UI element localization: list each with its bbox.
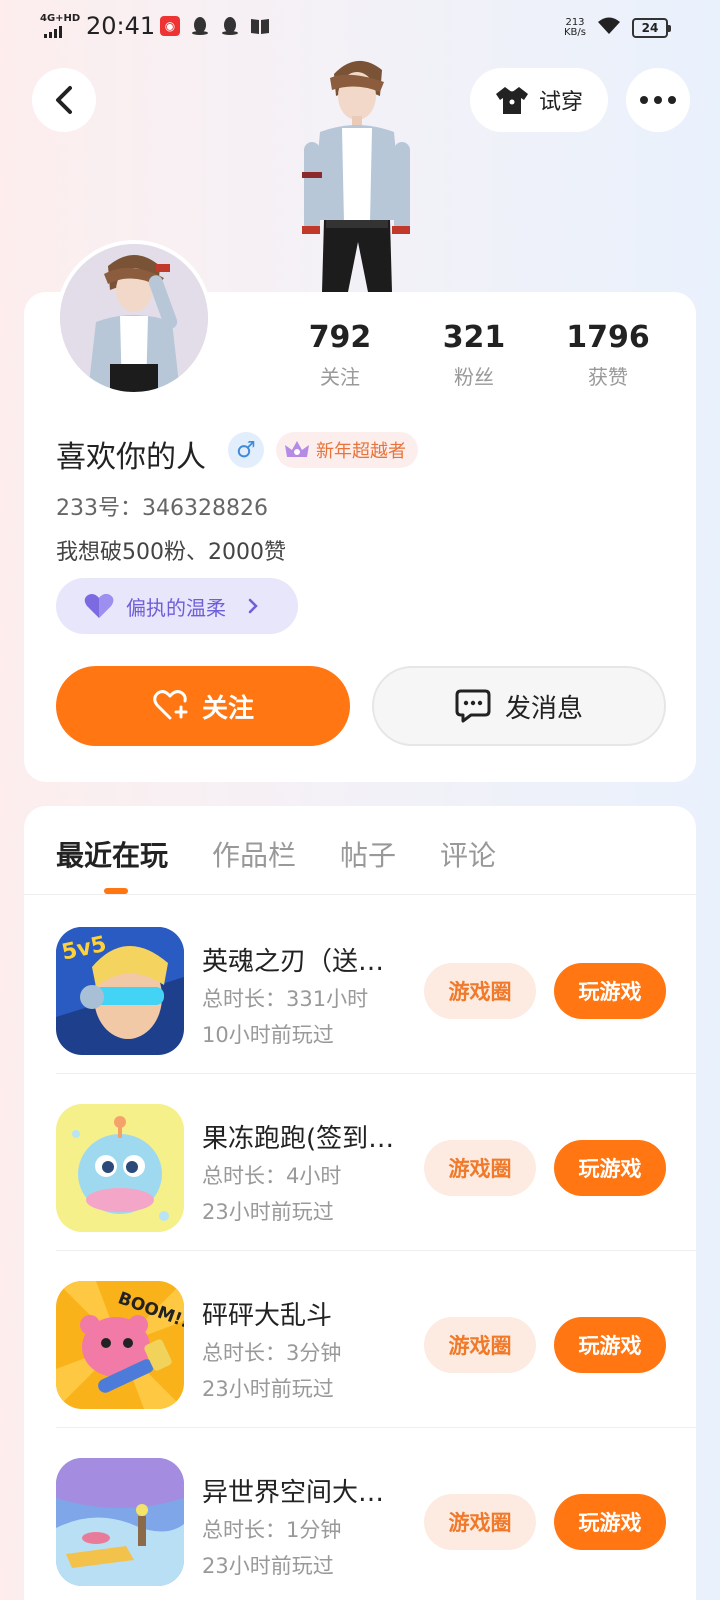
heart-plus-icon — [153, 690, 188, 720]
avatar[interactable] — [56, 240, 212, 396]
battery-icon: 24 — [632, 18, 671, 38]
crown-icon — [285, 441, 309, 457]
game-row[interactable]: 果冻跑跑(签到… 总时长：4小时 23小时前玩过 游戏圈 玩游戏 — [24, 1074, 696, 1251]
message-button[interactable]: 发消息 — [372, 666, 666, 746]
notification-icons: ◉ — [160, 16, 270, 36]
network-type: 4G+HD — [40, 13, 81, 24]
chevron-right-icon — [248, 598, 258, 614]
status-bar: 4G+HD 20:41 ◉ 213 KB/s 24 — [0, 0, 720, 56]
back-button[interactable] — [32, 68, 96, 132]
app-notification-icon: ◉ — [160, 16, 180, 36]
chat-icon — [455, 689, 491, 723]
game-circle-button[interactable]: 游戏圈 — [424, 1494, 536, 1550]
game-icon — [56, 1458, 184, 1586]
game-name: 英魂之刃（送… — [202, 947, 385, 977]
title-badge[interactable]: 新年超越者 — [276, 432, 418, 468]
game-circle-button[interactable]: 游戏圈 — [424, 963, 536, 1019]
game-duration: 总时长：4小时 — [202, 1164, 342, 1188]
more-button[interactable] — [626, 68, 690, 132]
stat-followers[interactable]: 321 粉丝 — [414, 320, 534, 390]
game-duration: 总时长：1分钟 — [202, 1518, 342, 1542]
heart-icon — [84, 594, 114, 618]
followers-count: 321 — [442, 320, 506, 355]
qq-icon-2 — [220, 16, 240, 36]
follow-button[interactable]: 关注 — [56, 666, 350, 746]
game-icon — [56, 1104, 184, 1232]
play-game-button[interactable]: 玩游戏 — [554, 1140, 666, 1196]
tab-divider — [24, 894, 696, 895]
wifi-icon — [596, 16, 622, 40]
tab-posts[interactable]: 帖子 — [340, 834, 396, 874]
game-icon: BOOM!! — [56, 1281, 184, 1409]
following-label: 关注 — [320, 365, 360, 389]
male-icon: ♂ — [228, 432, 264, 468]
play-game-button[interactable]: 玩游戏 — [554, 963, 666, 1019]
stat-following[interactable]: 792 关注 — [280, 320, 400, 390]
game-icon: 5v5 — [56, 927, 184, 1055]
game-last-played: 23小时前玩过 — [202, 1200, 334, 1224]
game-circle-button[interactable]: 游戏圈 — [424, 1140, 536, 1196]
bio: 我想破500粉、2000赞 — [56, 540, 286, 565]
game-last-played: 10小时前玩过 — [202, 1023, 334, 1047]
game-row[interactable]: 异世界空间大… 总时长：1分钟 23小时前玩过 游戏圈 玩游戏 — [24, 1428, 696, 1600]
game-circle-button[interactable]: 游戏圈 — [424, 1317, 536, 1373]
try-on-button[interactable]: 试穿 — [470, 68, 608, 132]
game-name: 异世界空间大… — [202, 1478, 385, 1508]
likes-label: 获赞 — [588, 365, 628, 389]
game-name: 砰砰大乱斗 — [202, 1301, 333, 1331]
tab-comments[interactable]: 评论 — [440, 834, 496, 874]
username: 喜欢你的人 — [56, 440, 206, 475]
game-duration: 总时长：3分钟 — [202, 1341, 342, 1365]
game-last-played: 23小时前玩过 — [202, 1554, 334, 1578]
tab-recent[interactable]: 最近在玩 — [56, 834, 168, 874]
title-badge-label: 新年超越者 — [316, 441, 406, 462]
play-game-button[interactable]: 玩游戏 — [554, 1494, 666, 1550]
play-game-button[interactable]: 玩游戏 — [554, 1317, 666, 1373]
tshirt-icon — [495, 87, 528, 114]
signal-icon — [44, 26, 62, 38]
more-icon — [640, 96, 676, 104]
user-id: 233号：346328826 — [56, 496, 268, 521]
likes-count: 1796 — [566, 320, 650, 355]
followers-label: 粉丝 — [454, 365, 494, 389]
game-duration: 总时长：331小时 — [202, 987, 369, 1011]
book-icon — [250, 16, 270, 36]
network-speed: 213 KB/s — [564, 17, 586, 38]
avatar-3d-character — [296, 52, 418, 292]
chevron-left-icon — [56, 86, 72, 114]
game-row[interactable]: BOOM!! 砰砰大乱斗 总时长：3分钟 23小时前玩过 游戏圈 玩游戏 — [24, 1251, 696, 1428]
following-count: 792 — [308, 320, 372, 355]
game-last-played: 23小时前玩过 — [202, 1377, 334, 1401]
try-on-label: 试穿 — [538, 90, 583, 115]
clock: 20:41 — [86, 12, 156, 40]
game-name: 果冻跑跑(签到… — [202, 1124, 395, 1154]
tab-works[interactable]: 作品栏 — [212, 834, 296, 874]
tag-label: 偏执的温柔 — [126, 595, 226, 620]
game-row[interactable]: 5v5 英魂之刃（送… 总时长：331小时 10小时前玩过 游戏圈 玩游戏 — [24, 897, 696, 1074]
message-label: 发消息 — [504, 693, 583, 724]
qq-icon — [190, 16, 210, 36]
stat-likes[interactable]: 1796 获赞 — [548, 320, 668, 390]
status-right: 213 KB/s 24 — [564, 16, 671, 40]
personality-tag[interactable]: 偏执的温柔 — [56, 578, 298, 634]
follow-label: 关注 — [201, 693, 254, 724]
